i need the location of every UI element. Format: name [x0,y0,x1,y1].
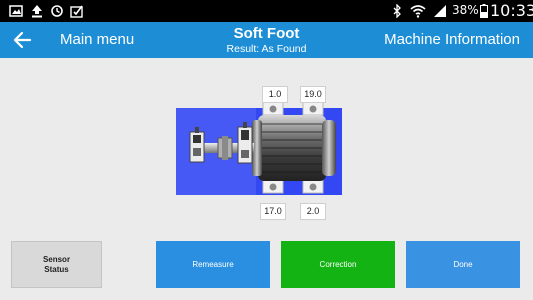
foot-value-bottom-right[interactable]: 2.0 [300,203,326,220]
machine-diagram: 1.0 19.0 17.0 2.0 [170,82,370,222]
bluetooth-icon [393,4,401,18]
correction-button[interactable]: Correction [281,241,395,288]
battery-icon [480,4,488,18]
foot-value-top-left[interactable]: 1.0 [262,86,288,103]
sync-icon [51,5,63,17]
signal-icon [434,5,446,17]
sensor-status-button[interactable]: Sensor Status [11,241,102,288]
machine-information-link[interactable]: Machine Information [384,31,520,48]
foot-value-top-right[interactable]: 19.0 [300,86,326,103]
upload-icon [32,5,42,18]
machine-illustration [176,101,342,195]
status-bar: 38% 10:33 [0,0,533,22]
clock: 10:33 [490,1,533,20]
gallery-icon [9,5,23,17]
sensor-status-label: Sensor Status [42,254,71,274]
done-button[interactable]: Done [406,241,520,288]
battery-percentage: 38% [452,3,479,17]
remeasure-button[interactable]: Remeasure [156,241,270,288]
app-bar: Main menu Soft Foot Result: As Found Mac… [0,22,533,58]
wifi-icon [410,5,426,18]
foot-value-bottom-left[interactable]: 17.0 [260,203,286,220]
checklist-icon [70,5,83,18]
